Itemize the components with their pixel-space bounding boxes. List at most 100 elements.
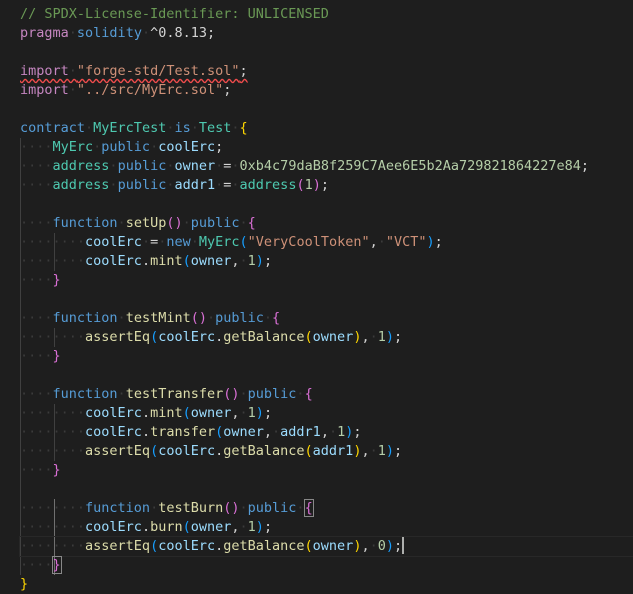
code-token: // SPDX-License-Identifier: UNLICENSED [20,6,329,22]
code-token: addr1 [312,443,354,459]
code-token: · [190,120,199,136]
code-line[interactable]: ····address·public·addr1·=·address(1); [20,176,329,195]
code-token: getBalance [223,538,305,554]
code-line[interactable]: ········coolErc.transfer(owner,·addr1,·1… [20,423,362,442]
code-token: · [141,25,151,41]
code-token: assertEq [85,443,151,459]
code-editor[interactable]: // SPDX-License-Identifier: UNLICENSED pr… [0,0,633,592]
code-token: transfer [150,424,216,440]
code-token: "VeryCoolToken" [247,234,370,250]
code-token: ···· [20,462,53,478]
code-token: { [272,310,281,326]
code-token: · [239,519,248,535]
code-token: ···· [20,348,53,364]
code-token: · [206,310,216,326]
code-token: solidity [76,25,142,41]
code-token: 0 [377,538,386,554]
code-line[interactable]: ····function·setUp()·public·{ [20,214,256,233]
code-token: mint [150,253,183,269]
code-token: · [117,386,126,402]
code-token: ; [394,443,403,459]
code-token: coolErc [158,139,216,155]
code-token: setUp [125,215,167,231]
code-token: · [117,215,126,231]
code-token: · [231,120,240,136]
code-token: function [85,500,151,516]
code-token: ; [263,405,273,421]
code-token: . [141,253,151,269]
code-token: ········ [20,500,86,516]
code-line[interactable]: ····MyErc·public·coolErc; [20,138,223,157]
code-token: = [150,234,159,250]
code-token: () [166,215,183,231]
code-token: · [231,177,240,193]
code-line[interactable]: ····} [20,347,61,366]
code-token: ········ [20,443,86,459]
code-token: ) [426,234,435,250]
code-token: ; [207,25,216,41]
code-token: contract [20,120,86,136]
code-token: ; [215,139,224,155]
code-token: Test [198,120,232,136]
code-token: addr1 [174,177,216,193]
code-line[interactable]: ····function·testTransfer()·public·{ [20,385,313,404]
code-token: 1 [247,253,256,269]
code-line[interactable]: ········coolErc·=·new·MyErc("VeryCoolTok… [20,233,443,252]
code-token: owner [190,405,232,421]
code-token: { [304,386,313,402]
code-line[interactable]: ········function·testBurn()·public·{ [20,499,314,518]
code-line[interactable]: contract·MyErcTest·is·Test·{ [20,119,248,138]
code-token: · [239,405,248,421]
code-line[interactable]: ····} [20,271,61,290]
code-token: · [85,120,94,136]
code-token: owner [190,253,232,269]
code-line[interactable]: import·"forge-std/Test.sol"; [20,62,248,81]
code-token: ) [255,253,264,269]
code-token: · [239,253,248,269]
code-line[interactable]: ········coolErc.mint(owner,·1); [20,404,272,423]
code-line[interactable]: pragma·solidity·^0.8.13; [20,24,215,43]
code-token: ( [239,234,248,250]
code-line[interactable]: } [20,575,28,594]
code-token: getBalance [223,329,305,345]
code-line[interactable]: // SPDX-License-Identifier: UNLICENSED [20,5,329,24]
code-token: ( [304,538,313,554]
code-line[interactable]: ········assertEq(coolErc.getBalance(owne… [19,536,633,557]
code-token: · [190,234,199,250]
code-token: ( [150,538,159,554]
code-line[interactable]: ····} [20,461,61,480]
code-token: 1 [247,519,256,535]
code-token: . [141,424,151,440]
code-token: ( [182,405,191,421]
code-token: ···· [20,158,53,174]
code-line[interactable]: ····function·testMint()·public·{ [20,309,280,328]
code-token: ········ [20,405,86,421]
code-token: testTransfer [125,386,224,402]
code-token: ( [182,519,191,535]
code-token: public [117,177,167,193]
code-token: ) [255,519,264,535]
code-token: · [239,500,248,516]
code-line[interactable]: ········coolErc.mint(owner,·1); [20,252,272,271]
code-token: ···· [20,177,53,193]
code-token: ; [394,329,403,345]
code-token: ···· [20,139,53,155]
code-token: public [247,386,297,402]
code-token: ; [239,63,248,79]
code-line[interactable]: ····address·public·owner·=·0xb4c79daB8f2… [20,157,589,176]
code-line[interactable]: ········coolErc.burn(owner,·1); [20,518,272,537]
code-token: coolErc [85,519,142,535]
code-token: ········ [20,234,86,250]
code-token: · [296,386,305,402]
code-token: public [247,500,297,516]
code-token: owner [190,519,232,535]
code-line[interactable]: ········assertEq(coolErc.getBalance(addr… [20,442,402,461]
code-token: ···· [20,557,53,573]
code-line[interactable]: import·"../src/MyErc.sol"; [20,81,231,100]
code-token: assertEq [85,329,151,345]
code-line[interactable]: ····} [20,556,62,575]
code-token: · [109,177,118,193]
code-line[interactable]: ········assertEq(coolErc.getBalance(owne… [20,328,402,347]
code-token: { [303,499,314,517]
code-token: , [361,443,370,459]
